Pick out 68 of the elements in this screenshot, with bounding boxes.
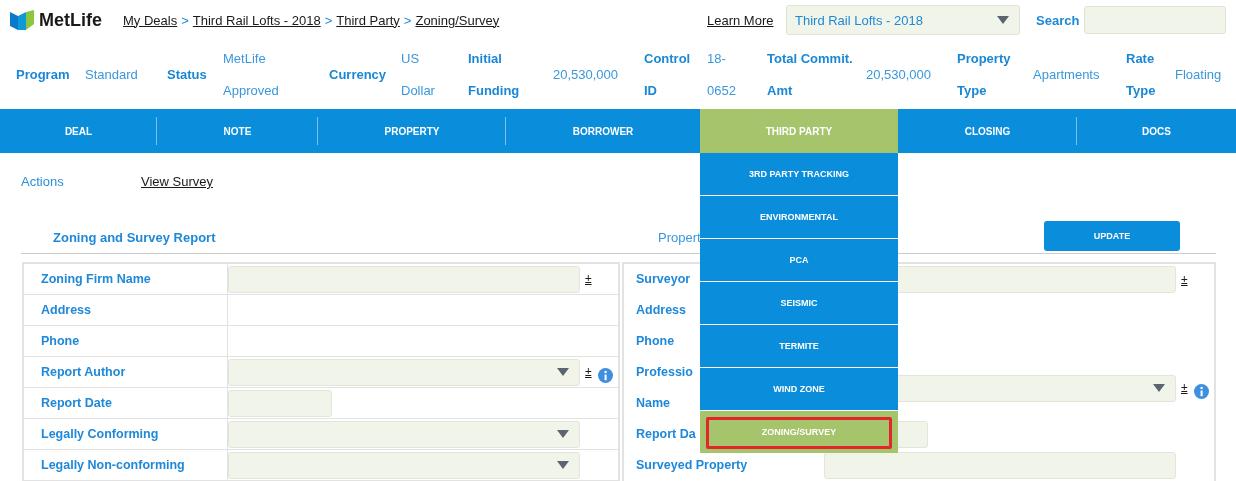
actions-label: Actions <box>21 174 65 189</box>
caret-icon <box>557 461 569 469</box>
date-field[interactable] <box>228 389 332 417</box>
summary-value: MetLife Approved <box>223 49 280 100</box>
breadcrumb-separator: > <box>181 12 189 28</box>
field-label: Address <box>24 295 228 325</box>
summary-label: Property Type <box>957 49 1012 100</box>
section-subtitle: Propert <box>658 229 702 245</box>
nav-tab[interactable]: THIRD PARTY <box>700 109 898 153</box>
field-label: Surveyor <box>636 271 691 288</box>
summary-label: Currency <box>329 65 388 84</box>
summary-label: Rate Type <box>1126 49 1157 100</box>
menu-item[interactable]: ZONING/SURVEY <box>700 411 898 453</box>
select-field[interactable] <box>228 420 580 448</box>
menu-item[interactable]: ENVIRONMENTAL <box>700 196 898 238</box>
select-field[interactable] <box>228 358 580 386</box>
breadcrumb-separator: > <box>324 12 333 28</box>
add-remove-link[interactable]: ± <box>585 272 592 286</box>
text-field[interactable] <box>228 265 580 293</box>
summary-value: Floating <box>1175 65 1223 84</box>
learn-more-link[interactable]: Learn More <box>707 12 786 28</box>
update-button[interactable]: UPDATE <box>1044 221 1180 251</box>
text-field[interactable] <box>824 452 1176 479</box>
summary-value: 20,530,000 <box>553 65 620 84</box>
caret-icon <box>997 16 1009 24</box>
add-remove-link[interactable]: ± <box>585 365 592 379</box>
deal-select[interactable]: Third Rail Lofts - 2018 <box>786 5 1020 35</box>
info-icon[interactable] <box>597 367 613 383</box>
breadcrumb-link[interactable]: My Deals <box>123 12 178 28</box>
breadcrumb-link[interactable]: Third Rail Lofts - 2018 <box>192 12 321 28</box>
menu-item[interactable]: 3RD PARTY TRACKING <box>700 153 898 195</box>
summary-value: US Dollar <box>401 49 436 100</box>
select-field[interactable] <box>228 451 580 479</box>
caret-icon <box>557 368 569 376</box>
logo-icon <box>10 10 34 30</box>
summary-value: 18-0652 <box>707 49 737 100</box>
menu-item[interactable]: WIND ZONE <box>700 368 898 410</box>
caret-icon <box>1153 384 1165 392</box>
summary-label: Initial Funding <box>468 49 521 100</box>
field-label: Address <box>636 302 687 319</box>
info-icon[interactable] <box>1193 383 1209 399</box>
menu-item[interactable]: PCA <box>700 239 898 281</box>
field-label: Phone <box>24 326 228 356</box>
field-label: Surveyed Property <box>636 457 748 474</box>
field-label: Phone <box>636 333 675 350</box>
summary-value: Apartments <box>1033 65 1101 84</box>
breadcrumb-separator: > <box>403 12 412 28</box>
field-label: Name <box>636 395 671 412</box>
breadcrumb-link[interactable]: Third Party <box>336 12 400 28</box>
field-label: Professio <box>636 364 693 381</box>
caret-icon <box>557 430 569 438</box>
logo-text: MetLife <box>39 9 102 31</box>
summary-label: Control ID <box>644 49 692 100</box>
search-label: Search <box>1036 12 1081 28</box>
add-remove-link[interactable]: ± <box>1181 272 1188 287</box>
menu-item[interactable]: SEISMIC <box>700 282 898 324</box>
summary-value: Standard <box>85 65 139 84</box>
summary-label: Program <box>16 65 71 84</box>
field-label: Report Da <box>636 426 696 443</box>
add-remove-link[interactable]: ± <box>1181 381 1188 395</box>
summary-value: 20,530,000 <box>866 65 933 84</box>
breadcrumb-link[interactable]: Zoning/Survey <box>415 12 500 28</box>
summary-label: Status <box>167 65 208 84</box>
view-survey-link[interactable]: View Survey <box>141 174 213 189</box>
summary-label: Total Commit. Amt <box>767 49 854 100</box>
menu-item[interactable]: TERMITE <box>700 325 898 367</box>
section-title: Zoning and Survey Report <box>53 229 217 245</box>
search-field[interactable] <box>1084 6 1226 34</box>
